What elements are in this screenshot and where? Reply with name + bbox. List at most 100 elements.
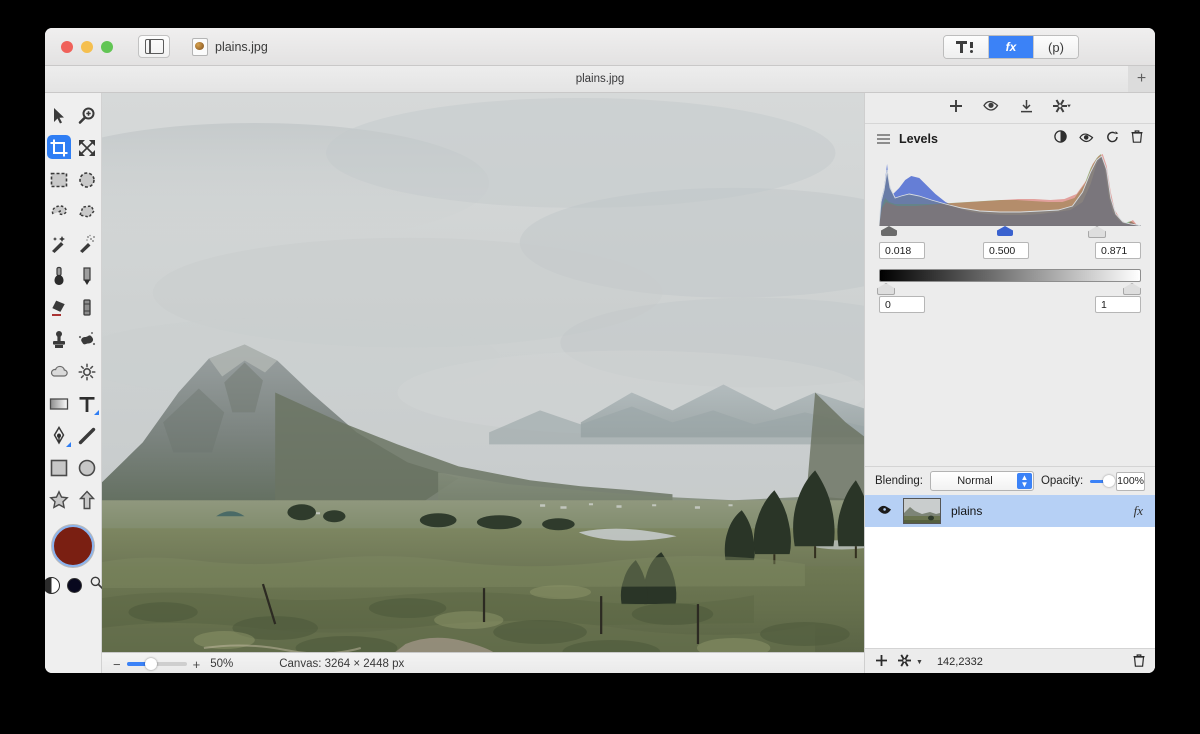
zoom-control[interactable]: − + 50%	[113, 658, 233, 671]
layer-visibility-eye-icon[interactable]	[877, 502, 893, 520]
smudge-tool[interactable]	[73, 324, 101, 356]
output-white-handle[interactable]	[1123, 283, 1139, 293]
levels-histogram-section: 0.018 0.500 0.871	[865, 154, 1155, 259]
zoom-slider[interactable]	[127, 662, 187, 666]
layer-name: plains	[951, 504, 1124, 518]
output-black-handle[interactable]	[877, 283, 893, 293]
layer-fx-badge[interactable]: fx	[1134, 503, 1143, 519]
preview-eye-icon[interactable]	[983, 99, 1000, 117]
opacity-value-field[interactable]: 100%	[1116, 472, 1145, 491]
blending-label: Blending:	[875, 475, 923, 487]
new-tab-button[interactable]: +	[1128, 66, 1155, 92]
download-icon[interactable]	[1020, 99, 1033, 118]
segment-tools[interactable]	[944, 36, 989, 58]
gamma-field[interactable]: 0.500	[983, 242, 1029, 259]
output-black-field[interactable]: 0	[879, 296, 925, 313]
segment-effects[interactable]: fx	[989, 36, 1034, 58]
image-editor-window: plains.jpg fx (p) plains.jpg +	[45, 28, 1155, 673]
magic-wand-icon	[49, 234, 69, 254]
zoom-tool[interactable]	[73, 100, 101, 132]
gradient-tool[interactable]	[45, 388, 73, 420]
tool-palette	[45, 93, 102, 673]
sun-icon	[77, 362, 97, 382]
output-white-field[interactable]: 1	[1095, 296, 1141, 313]
output-gradient-bar[interactable]	[879, 269, 1141, 282]
background-color-icon[interactable]	[67, 578, 82, 593]
blending-mode-select[interactable]: Normal ▲▼	[930, 471, 1034, 491]
mode-segmented-control[interactable]: fx (p)	[943, 35, 1079, 59]
blur-tool[interactable]	[45, 356, 73, 388]
rectangle-select-tool[interactable]	[45, 164, 73, 196]
lasso-tool[interactable]	[45, 196, 73, 228]
sidebar-icon	[145, 39, 164, 54]
dodge-tool[interactable]	[73, 356, 101, 388]
chevron-down-icon[interactable]: ▼	[916, 659, 923, 666]
clone-stamp-tool[interactable]	[45, 324, 73, 356]
polygon-lasso-icon	[77, 202, 97, 222]
minimize-window-button[interactable]	[81, 41, 93, 53]
document-file-icon	[192, 38, 208, 56]
pencil-tool[interactable]	[73, 260, 101, 292]
levels-effect-header: Levels	[865, 124, 1155, 154]
zoom-in-button[interactable]: +	[193, 658, 201, 671]
gradient-icon	[49, 394, 69, 414]
white-point-handle[interactable]	[1088, 226, 1104, 236]
opacity-label: Opacity:	[1041, 475, 1083, 487]
drag-handle-icon[interactable]	[877, 134, 890, 144]
segment-presets-label: (p)	[1048, 40, 1064, 55]
transform-tool[interactable]	[73, 132, 101, 164]
black-point-field[interactable]: 0.018	[879, 242, 925, 259]
input-level-fields: 0.018 0.500 0.871	[879, 242, 1141, 259]
crop-tool[interactable]	[45, 132, 73, 164]
move-tool[interactable]	[45, 100, 73, 132]
contrast-swap-icon[interactable]	[45, 577, 60, 594]
segment-presets[interactable]: (p)	[1034, 36, 1078, 58]
visibility-eye-icon[interactable]	[1079, 130, 1094, 148]
eraser-tool[interactable]	[73, 292, 101, 324]
canvas-area: − + 50% Canvas: 3264 × 2448 px	[102, 93, 864, 673]
layer-thumbnail	[903, 498, 941, 524]
paint-bucket-tool[interactable]	[45, 292, 73, 324]
canvas-status-bar: − + 50% Canvas: 3264 × 2448 px	[102, 652, 864, 673]
text-tool[interactable]	[73, 388, 101, 420]
image-canvas[interactable]	[102, 93, 864, 652]
pen-tool[interactable]	[45, 420, 73, 452]
add-layer-icon[interactable]	[875, 654, 888, 670]
document-title: plains.jpg	[192, 38, 268, 56]
opacity-slider[interactable]	[1090, 480, 1109, 483]
layer-row[interactable]: plains fx	[865, 495, 1155, 527]
black-point-handle[interactable]	[881, 226, 897, 236]
circle-icon	[77, 458, 97, 478]
zoom-window-button[interactable]	[101, 41, 113, 53]
rectangle-shape-tool[interactable]	[45, 452, 73, 484]
sparkle-wand-icon	[77, 234, 97, 254]
reset-icon[interactable]	[1106, 130, 1119, 148]
settings-gear-icon[interactable]	[1053, 99, 1072, 118]
zoom-out-button[interactable]: −	[113, 658, 121, 671]
magic-wand-tool[interactable]	[45, 228, 73, 260]
foreground-color-swatch[interactable]	[52, 525, 94, 567]
ellipse-shape-tool[interactable]	[73, 452, 101, 484]
plains-photograph	[102, 93, 864, 652]
sidebar-toggle-button[interactable]	[138, 35, 170, 58]
cursor-coordinates-label: 142,2332	[937, 656, 983, 668]
cloud-icon	[49, 362, 69, 382]
add-effect-icon[interactable]	[949, 99, 963, 118]
arrow-shape-tool[interactable]	[73, 484, 101, 516]
delete-layer-icon[interactable]	[1133, 654, 1145, 670]
line-tool[interactable]	[73, 420, 101, 452]
quick-select-tool[interactable]	[73, 228, 101, 260]
close-window-button[interactable]	[61, 41, 73, 53]
marquee-ellipse-icon	[77, 170, 97, 190]
white-point-field[interactable]: 0.871	[1095, 242, 1141, 259]
color-mini-controls	[45, 575, 104, 595]
contrast-toggle-icon[interactable]	[1054, 130, 1067, 148]
layer-options-gear-icon[interactable]	[898, 654, 911, 670]
star-shape-tool[interactable]	[45, 484, 73, 516]
polygon-lasso-tool[interactable]	[73, 196, 101, 228]
tab-plains[interactable]: plains.jpg	[576, 73, 625, 85]
eyedropper-tool[interactable]	[45, 260, 73, 292]
delete-effect-icon[interactable]	[1131, 130, 1143, 148]
gamma-handle[interactable]	[997, 226, 1013, 236]
ellipse-select-tool[interactable]	[73, 164, 101, 196]
